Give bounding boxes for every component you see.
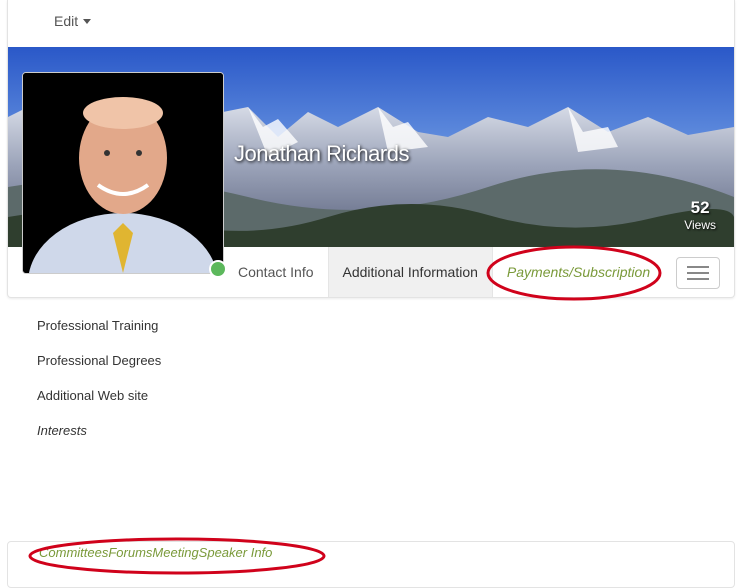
- tab-payments-subscription[interactable]: Payments/Subscription: [493, 247, 664, 297]
- link-forums[interactable]: Forums: [108, 545, 152, 560]
- profile-card: Edit Jonathan Richards 52 Views Contact …: [7, 0, 735, 298]
- profile-photo: [23, 73, 223, 273]
- info-professional-degrees: Professional Degrees: [37, 353, 162, 368]
- info-interests: Interests: [37, 423, 87, 438]
- info-professional-training: Professional Training: [37, 318, 159, 333]
- info-additional-web-site: Additional Web site: [37, 388, 149, 403]
- profile-tabs: Contact Info Additional Information Paym…: [224, 247, 664, 297]
- menu-toggle-button[interactable]: [676, 257, 720, 289]
- additional-info-list: Professional Training Professional Degre…: [37, 316, 161, 456]
- tab-contact-info[interactable]: Contact Info: [224, 247, 328, 297]
- views-count: 52: [690, 198, 710, 217]
- tab-additional-information[interactable]: Additional Information: [327, 247, 493, 297]
- views-counter: 52 Views: [684, 198, 716, 232]
- views-label: Views: [684, 218, 716, 232]
- link-speaker-info[interactable]: Speaker Info: [199, 545, 273, 560]
- link-committees[interactable]: Committees: [39, 545, 108, 560]
- profile-name: Jonathan Richards: [234, 141, 409, 166]
- bottom-links: Committees Forums Meeting Speaker Info: [39, 545, 272, 560]
- edit-menu[interactable]: Edit: [54, 13, 92, 29]
- hamburger-icon-bar: [687, 272, 709, 274]
- edit-label[interactable]: Edit: [54, 13, 78, 29]
- hamburger-icon-bar: [687, 278, 709, 280]
- profile-avatar[interactable]: [22, 72, 224, 274]
- hamburger-icon-bar: [687, 266, 709, 268]
- caret-down-icon: [83, 18, 92, 24]
- link-meeting[interactable]: Meeting: [152, 545, 198, 560]
